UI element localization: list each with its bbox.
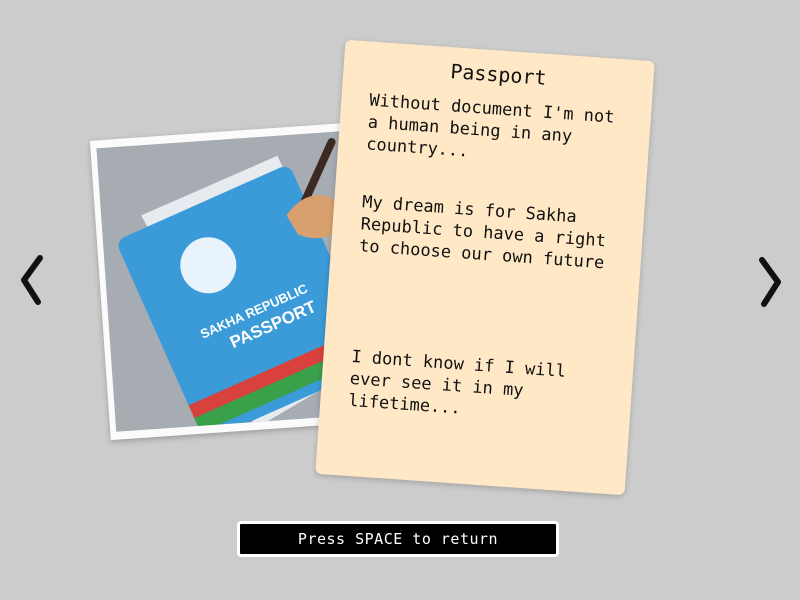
return-prompt-label: Press SPACE to return [297,530,499,548]
return-prompt[interactable]: Press SPACE to return [237,521,559,557]
note-paragraph: My dream is for Sakha Republic to have a… [358,192,607,274]
note-card: Passport Without document I'm not a huma… [315,39,655,496]
chevron-left-icon[interactable] [12,250,52,310]
chevron-right-icon[interactable] [750,250,790,310]
note-paragraph: Without document I'm not a human being i… [365,90,616,162]
note-paragraph: I dont know if I will ever see it in my … [347,346,567,419]
game-screen: SAKHA REPUBLIC PASSPORT Passport Without… [0,0,800,600]
